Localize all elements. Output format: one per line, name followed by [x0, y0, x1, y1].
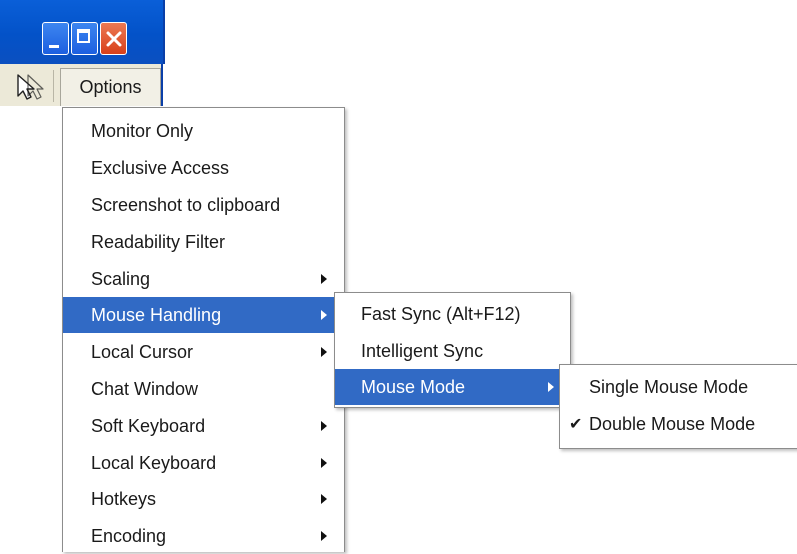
menu-item-label: Chat Window — [91, 379, 199, 399]
options-menu-button[interactable]: Options — [60, 68, 161, 106]
submenu-arrow-icon — [321, 494, 327, 504]
menu-item-readability-filter[interactable]: Readability Filter — [63, 224, 344, 260]
menu-item-label: Local Keyboard — [91, 453, 217, 473]
menu-item-monitor-only[interactable]: Monitor Only — [63, 113, 344, 149]
submenu-arrow-icon — [548, 382, 554, 392]
menu-item-local-keyboard[interactable]: Local Keyboard — [63, 445, 344, 481]
submenu-arrow-icon — [321, 347, 327, 357]
menu-item-hotkeys[interactable]: Hotkeys — [63, 481, 344, 517]
mouse-pointer-button[interactable] — [8, 70, 54, 102]
menu-item-label: Local Cursor — [91, 342, 194, 362]
menu-item-label: Fast Sync (Alt+F12) — [361, 304, 521, 324]
menu-item-mouse-mode[interactable]: Mouse Mode — [335, 369, 570, 405]
menu-item-encoding[interactable]: Encoding — [63, 518, 344, 554]
mouse-pointer-icon — [17, 74, 44, 100]
menu-item-double-mouse-mode[interactable]: ✔ Double Mouse Mode — [560, 406, 797, 442]
mouse-handling-submenu: Fast Sync (Alt+F12) Intelligent Sync Mou… — [334, 292, 571, 408]
menu-item-label: Screenshot to clipboard — [91, 195, 281, 215]
options-menu-label: Options — [79, 77, 142, 97]
menu-item-label: Exclusive Access — [91, 158, 230, 178]
menu-item-label: Readability Filter — [91, 232, 226, 252]
submenu-arrow-icon — [321, 458, 327, 468]
submenu-arrow-icon — [321, 310, 327, 320]
submenu-arrow-icon — [321, 421, 327, 431]
menu-item-label: Soft Keyboard — [91, 416, 206, 436]
maximize-icon — [72, 23, 97, 54]
menu-item-fast-sync[interactable]: Fast Sync (Alt+F12) — [335, 296, 570, 332]
menu-item-intelligent-sync[interactable]: Intelligent Sync — [335, 333, 570, 369]
menu-item-label: Encoding — [91, 526, 167, 546]
menu-item-label: Double Mouse Mode — [589, 414, 756, 434]
toolbar: Options — [0, 64, 163, 106]
menu-item-label: Mouse Mode — [361, 377, 466, 397]
menu-item-exclusive-access[interactable]: Exclusive Access — [63, 150, 344, 186]
menu-item-soft-keyboard[interactable]: Soft Keyboard — [63, 408, 344, 444]
menu-item-label: Monitor Only — [91, 121, 194, 141]
menu-item-label: Scaling — [91, 269, 151, 289]
menu-item-label: Intelligent Sync — [361, 341, 484, 361]
menu-item-chat-window[interactable]: Chat Window — [63, 371, 344, 407]
close-button[interactable] — [100, 22, 127, 55]
minimize-button[interactable] — [42, 22, 69, 55]
menu-item-screenshot-to-clipboard[interactable]: Screenshot to clipboard — [63, 187, 344, 223]
maximize-button[interactable] — [71, 22, 98, 55]
menu-item-scaling[interactable]: Scaling — [63, 261, 344, 297]
close-icon — [101, 23, 126, 54]
checkmark-icon: ✔ — [569, 416, 583, 433]
menu-item-single-mouse-mode[interactable]: Single Mouse Mode — [560, 369, 797, 405]
window-titlebar — [0, 0, 165, 64]
minimize-icon — [43, 23, 68, 54]
menu-item-label: Single Mouse Mode — [589, 377, 749, 397]
mouse-mode-submenu: Single Mouse Mode ✔ Double Mouse Mode — [559, 364, 797, 449]
submenu-arrow-icon — [321, 274, 327, 284]
menu-item-label: Mouse Handling — [91, 305, 222, 325]
submenu-arrow-icon — [321, 531, 327, 541]
menu-item-mouse-handling[interactable]: Mouse Handling — [63, 297, 344, 333]
menu-item-local-cursor[interactable]: Local Cursor — [63, 334, 344, 370]
menu-item-label: Hotkeys — [91, 489, 157, 509]
options-dropdown-menu: Monitor Only Exclusive Access Screenshot… — [62, 107, 345, 552]
